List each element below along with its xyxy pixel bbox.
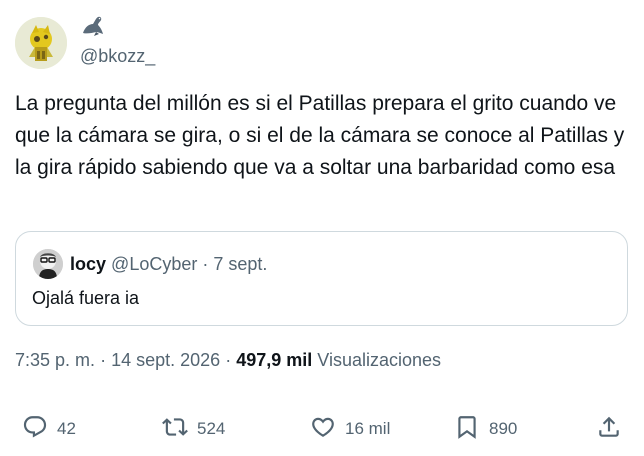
quote-header: locy @LoCyber · 7 sept. <box>70 252 267 276</box>
bookmark-button[interactable]: 890 <box>454 405 517 453</box>
retweet-icon <box>162 414 188 445</box>
author-name-row[interactable] <box>80 15 106 41</box>
author-avatar[interactable] <box>15 17 67 69</box>
quote-text: Ojalá fuera ia <box>32 288 140 308</box>
like-count: 16 mil <box>345 419 391 438</box>
author-handle[interactable]: @bkozz_ <box>80 46 155 67</box>
action-bar: 42 524 16 mil 890 <box>0 405 644 453</box>
share-icon <box>596 414 622 445</box>
retweet-count: 524 <box>197 419 226 438</box>
tweet-meta: 7:35 p. m. · 14 sept. 2026 · 497,9 mil V… <box>15 350 441 371</box>
tweet-time[interactable]: 7:35 p. m. <box>15 350 95 370</box>
reply-count: 42 <box>57 419 76 438</box>
quote-author-avatar[interactable] <box>33 249 63 279</box>
meta-separator-2: · <box>225 350 232 370</box>
views-count: 497,9 mil <box>236 350 313 370</box>
bookmark-icon <box>454 414 480 445</box>
reply-icon <box>22 414 48 445</box>
quote-author-name[interactable]: locy <box>70 254 106 274</box>
like-button[interactable]: 16 mil <box>310 405 390 453</box>
retweet-button[interactable]: 524 <box>162 405 225 453</box>
reply-button[interactable]: 42 <box>22 405 76 453</box>
views-label: Visualizaciones <box>317 350 442 370</box>
tweet: @bkozz_ La pregunta del millón es si el … <box>0 0 644 456</box>
bookmark-count: 890 <box>489 419 518 438</box>
seal-emoji-icon <box>80 15 106 42</box>
quote-author-handle[interactable]: @LoCyber <box>111 254 197 274</box>
meta-separator: · <box>100 350 107 370</box>
quote-date[interactable]: 7 sept. <box>213 254 267 274</box>
share-button[interactable] <box>596 405 622 453</box>
quote-separator: · <box>202 254 209 274</box>
tweet-date[interactable]: 14 sept. 2026 <box>111 350 220 370</box>
heart-icon <box>310 414 336 445</box>
tweet-text: La pregunta del millón es si el Patillas… <box>15 92 625 179</box>
quoted-tweet[interactable]: locy @LoCyber · 7 sept. Ojalá fuera ia <box>15 231 628 326</box>
